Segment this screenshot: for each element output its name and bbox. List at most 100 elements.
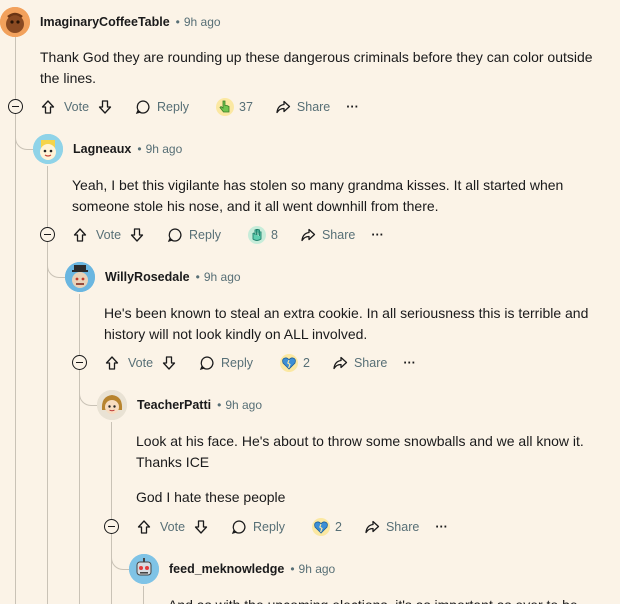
share-button[interactable]: Share (332, 355, 387, 371)
username[interactable]: ImaginaryCoffeeTable (40, 15, 170, 29)
user-avatar-icon (65, 262, 95, 292)
broken-heart-award-icon (280, 354, 298, 372)
comment-body: Thank God they are rounding up these dan… (40, 49, 593, 86)
thread-line-level-1 (15, 36, 16, 604)
avatar[interactable] (0, 7, 30, 37)
award-button[interactable]: 2 (279, 353, 310, 373)
share-arrow-icon (365, 520, 380, 534)
avatar[interactable] (97, 390, 127, 420)
downvote-button[interactable] (161, 355, 177, 371)
more-options-button[interactable]: ··· (403, 356, 416, 370)
thread-elbow (79, 386, 97, 406)
comment-timestamp[interactable]: 9h ago (299, 562, 336, 576)
reply-button[interactable]: Reply (231, 519, 285, 535)
reply-button[interactable]: Reply (199, 355, 253, 371)
comment-timestamp[interactable]: 9h ago (225, 398, 262, 412)
more-options-button[interactable]: ··· (371, 228, 384, 242)
upvote-button[interactable] (104, 355, 120, 371)
award-count: 2 (335, 520, 342, 534)
username[interactable]: TeacherPatti (137, 398, 211, 412)
arrow-up-icon (105, 356, 119, 370)
downvote-button[interactable] (193, 519, 209, 535)
collapse-thread-button[interactable] (8, 99, 23, 114)
comment-header: Lagneaux • 9h ago (33, 134, 183, 164)
comment-timestamp[interactable]: 9h ago (184, 15, 221, 29)
broken-heart-award-icon (312, 518, 330, 536)
meta-separator: • (290, 562, 295, 576)
avatar[interactable] (129, 554, 159, 584)
vote-label: Vote (160, 520, 186, 534)
reply-button[interactable]: Reply (167, 227, 221, 243)
thread-line-level-3 (79, 294, 80, 604)
reply-label: Reply (253, 520, 285, 534)
user-avatar-icon (0, 7, 30, 37)
vote-label: Vote (96, 228, 122, 242)
share-button[interactable]: Share (275, 99, 330, 115)
comment-header: TeacherPatti • 9h ago (97, 390, 262, 420)
avatar[interactable] (65, 262, 95, 292)
award-button[interactable]: 2 (311, 517, 342, 537)
user-avatar-icon (97, 390, 127, 420)
upvote-button[interactable] (72, 227, 88, 243)
meta-separator: • (195, 270, 200, 284)
share-button[interactable]: Share (300, 227, 355, 243)
award-button[interactable]: 37 (215, 97, 253, 117)
user-avatar-icon (33, 134, 63, 164)
thread-elbow (15, 130, 33, 150)
speech-bubble-icon (135, 100, 150, 115)
arrow-down-icon (194, 520, 208, 534)
thread-line-level-4 (111, 422, 112, 604)
comment-body: Look at his face. He's about to throw so… (136, 433, 584, 470)
vote-label: Vote (64, 100, 90, 114)
comment-timestamp[interactable]: 9h ago (146, 142, 183, 156)
reply-label: Reply (157, 100, 189, 114)
more-options-button[interactable]: ··· (435, 520, 448, 534)
award-button[interactable]: 8 (247, 225, 278, 245)
username[interactable]: WillyRosedale (105, 270, 190, 284)
reply-label: Reply (189, 228, 221, 242)
user-avatar-icon (129, 554, 159, 584)
comment-actions: Vote Reply 2 Share ··· (104, 349, 416, 377)
share-arrow-icon (301, 228, 316, 242)
arrow-down-icon (162, 356, 176, 370)
upvote-button[interactable] (40, 99, 56, 115)
share-arrow-icon (333, 356, 348, 370)
share-label: Share (385, 520, 420, 534)
upvote-button[interactable] (136, 519, 152, 535)
collapse-thread-button[interactable] (72, 355, 87, 370)
reply-button[interactable]: Reply (135, 99, 189, 115)
thread-elbow (111, 550, 129, 570)
more-options-button[interactable]: ··· (346, 100, 359, 114)
speech-bubble-icon (167, 228, 182, 243)
arrow-up-icon (137, 520, 151, 534)
thread-elbow (47, 258, 65, 278)
avatar[interactable] (33, 134, 63, 164)
arrow-up-icon (73, 228, 87, 242)
share-label: Share (353, 356, 388, 370)
comment-timestamp[interactable]: 9h ago (204, 270, 241, 284)
speech-bubble-icon (199, 356, 214, 371)
username[interactable]: Lagneaux (73, 142, 131, 156)
share-label: Share (296, 100, 331, 114)
username[interactable]: feed_meknowledge (169, 562, 284, 576)
comment-body: He's been known to steal an extra cookie… (104, 305, 589, 342)
downvote-button[interactable] (97, 99, 113, 115)
award-count: 2 (303, 356, 310, 370)
meta-separator: • (175, 15, 180, 29)
collapse-thread-button[interactable] (40, 227, 55, 242)
arrow-down-icon (130, 228, 144, 242)
comment-actions: Vote Reply 2 Share ··· (136, 513, 448, 541)
arrow-down-icon (98, 100, 112, 114)
meta-separator: • (217, 398, 222, 412)
collapse-thread-button[interactable] (104, 519, 119, 534)
comment-body: God I hate these people (136, 489, 286, 505)
share-button[interactable]: Share (364, 519, 419, 535)
comment-header: feed_meknowledge • 9h ago (129, 554, 336, 584)
comment-body: Yeah, I bet this vigilante has stolen so… (72, 177, 564, 214)
thread-line-level-5 (143, 586, 144, 604)
downvote-button[interactable] (129, 227, 145, 243)
meta-separator: • (137, 142, 142, 156)
comment-header: ImaginaryCoffeeTable • 9h ago (0, 7, 221, 37)
vote-label: Vote (128, 356, 154, 370)
arrow-up-icon (41, 100, 55, 114)
